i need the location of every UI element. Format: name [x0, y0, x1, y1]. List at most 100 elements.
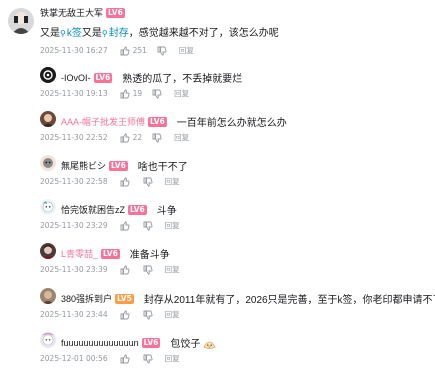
reply-username[interactable]: 380强拆到户	[61, 292, 112, 305]
like-button[interactable]: 251	[120, 46, 147, 56]
avatar[interactable]	[40, 155, 56, 171]
reply-text: 啥也干不了	[137, 162, 188, 173]
avatar[interactable]	[40, 199, 56, 215]
reply-button[interactable]: 回复	[165, 176, 180, 187]
timestamp: 2025-11-30 23:44	[40, 310, 108, 319]
reply-username[interactable]: 無尾熊ビシ	[61, 159, 106, 172]
thumbs-up-icon	[120, 265, 130, 274]
thumbs-down-icon	[143, 221, 153, 230]
like-button[interactable]	[120, 354, 133, 364]
thumbs-up-icon	[120, 133, 130, 142]
timestamp: 2025-12-01 00:56	[40, 354, 108, 363]
like-button[interactable]: 22	[120, 133, 143, 143]
avatar[interactable]	[40, 67, 56, 83]
level-badge: LV6	[106, 7, 125, 18]
reply-text: 包饺子	[170, 339, 201, 350]
reply-button[interactable]: 回复	[165, 353, 180, 364]
dislike-button[interactable]	[157, 46, 167, 56]
thumbs-up-icon	[120, 89, 130, 98]
text-segment: 又是	[40, 28, 60, 39]
comment-username[interactable]: 铁掌无敌王大军	[40, 6, 103, 19]
reply-text: 一百年前怎么办就怎么办	[176, 118, 287, 129]
level-badge: LV6	[128, 204, 147, 215]
thumbs-up-icon	[120, 177, 130, 186]
reply-button[interactable]: 回复	[174, 132, 189, 143]
like-button[interactable]	[120, 265, 133, 275]
avatar[interactable]	[40, 288, 56, 304]
thumbs-up-icon	[120, 310, 130, 319]
dislike-button[interactable]	[143, 354, 153, 364]
reply-button[interactable]: 回复	[165, 309, 180, 320]
timestamp: 2025-11-30 23:39	[40, 265, 108, 274]
thumbs-down-icon	[143, 265, 153, 274]
avatar[interactable]	[40, 332, 56, 348]
thumbs-down-icon	[143, 354, 153, 363]
timestamp: 2025-11-30 22:52	[40, 133, 108, 142]
reply-text: 封存从2011年就有了，2026只是完善，至于k签，你老印都申请不了	[143, 295, 435, 306]
reply-text: 准备斗争	[129, 250, 170, 261]
dislike-button[interactable]	[152, 133, 162, 143]
like-count: 251	[132, 46, 147, 55]
like-count: 19	[132, 89, 143, 98]
thumbs-up-icon	[120, 221, 130, 230]
dislike-button[interactable]	[143, 265, 153, 275]
level-badge: LV6	[101, 248, 120, 259]
level-badge: LV5	[115, 293, 134, 304]
dislike-button[interactable]	[143, 177, 153, 187]
search-link-seal[interactable]: ⚲封存	[102, 28, 129, 39]
thumbs-down-icon	[157, 46, 167, 55]
reply-meta: 2025-11-30 23:39 回复	[40, 264, 180, 275]
reply-username[interactable]: AAA-帽子批发王师傅	[61, 115, 145, 128]
reply-button[interactable]: 回复	[165, 220, 180, 231]
reply-text: 斗争	[156, 206, 177, 217]
like-count: 22	[132, 133, 143, 142]
timestamp: 2025-11-30 22:58	[40, 177, 108, 186]
thumbs-down-icon	[152, 133, 162, 142]
thumbs-down-icon	[152, 89, 162, 98]
dislike-button[interactable]	[143, 310, 153, 320]
reply-button[interactable]: 回复	[174, 88, 189, 99]
reply-text: 熟透的瓜了，不丢掉就要烂	[122, 74, 243, 85]
level-badge: LV6	[141, 337, 161, 348]
like-button[interactable]: 19	[120, 89, 143, 99]
text-segment: 又是	[81, 28, 102, 39]
avatar[interactable]	[40, 243, 56, 259]
reply-meta: 2025-11-30 19:13 19 回复	[40, 88, 189, 99]
like-button[interactable]	[120, 310, 133, 320]
like-button[interactable]	[120, 221, 133, 231]
reply-button[interactable]: 回复	[165, 264, 180, 275]
thumbs-up-icon	[120, 354, 130, 363]
reply-meta: 2025-12-01 00:56 回复	[40, 353, 180, 364]
reply-button[interactable]: 回复	[179, 45, 194, 56]
link-text[interactable]: 封存	[109, 28, 129, 39]
like-button[interactable]	[120, 177, 133, 187]
avatar[interactable]	[8, 8, 34, 34]
search-icon: ⚲	[60, 29, 66, 38]
reply-meta: 2025-11-30 23:44 回复	[40, 309, 180, 320]
comment-text: 又是⚲k签又是⚲封存，感觉越来越不对了，该怎么办呢	[40, 24, 279, 39]
avatar[interactable]	[40, 111, 56, 127]
dislike-button[interactable]	[152, 89, 162, 99]
search-link-k[interactable]: ⚲k签	[60, 28, 82, 39]
reply-username[interactable]: L青零喆_	[61, 247, 98, 260]
comment-meta: 2025-11-30 16:27 251 回复	[40, 45, 194, 56]
level-badge: LV6	[93, 72, 113, 83]
dislike-button[interactable]	[143, 221, 153, 231]
thumbs-down-icon	[143, 177, 153, 186]
search-icon: ⚲	[101, 29, 108, 38]
reply-meta: 2025-11-30 22:52 22 回复	[40, 132, 189, 143]
reply-username[interactable]: 恰完饭就困告zZ	[61, 203, 125, 216]
dumpling-emoji-icon	[203, 337, 216, 349]
text-segment: ，感觉越来越不对了，该怎么办呢	[128, 28, 279, 39]
link-text[interactable]: k签	[67, 28, 82, 39]
thumbs-up-icon	[120, 46, 130, 55]
reply-username[interactable]: fuuuuuuuuuuuuuun	[61, 338, 139, 348]
timestamp: 2025-11-30 19:13	[40, 89, 108, 98]
reply-meta: 2025-11-30 23:29 回复	[40, 220, 180, 231]
timestamp: 2025-11-30 23:29	[40, 221, 108, 230]
reply-meta: 2025-11-30 22:58 回复	[40, 176, 180, 187]
timestamp: 2025-11-30 16:27	[40, 46, 108, 55]
thumbs-down-icon	[143, 310, 153, 319]
reply-username[interactable]: -IOvOI-	[61, 73, 91, 83]
level-badge: LV6	[109, 160, 128, 171]
